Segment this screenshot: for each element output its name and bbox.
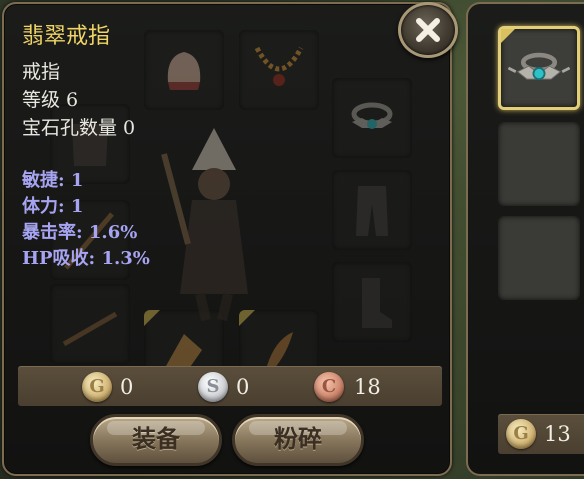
equip-button-label: 装备 (132, 424, 180, 453)
item-name: 翡翠戒指 (22, 24, 111, 49)
inventory-panel: G 13 (466, 2, 584, 476)
equip-slot-offhand[interactable] (50, 284, 130, 364)
item-info: 翡翠戒指 戒指 等级 6 宝石孔数量 0 敏捷: 1 体力: 1 暴击率: 1.… (22, 20, 302, 272)
close-button[interactable] (398, 2, 458, 58)
equip-slot-ring[interactable] (332, 78, 412, 158)
inventory-slot-empty[interactable] (498, 122, 580, 206)
ring-icon (351, 102, 393, 129)
staff-icon (62, 311, 118, 347)
item-sockets: 宝石孔数量 0 (22, 117, 136, 139)
item-level: 等级 6 (22, 89, 79, 111)
item-type: 戒指 (22, 61, 61, 83)
close-x-icon (416, 18, 440, 42)
boots-icon (362, 278, 392, 328)
inventory-slot-selected[interactable] (498, 26, 580, 110)
stat-crit-rate: 暴击率: 1.6% (22, 222, 138, 243)
stat-hp-absorb: HP吸收: 1.3% (22, 248, 150, 269)
equip-slot-pants[interactable] (332, 170, 412, 250)
copper-coin-icon: C (314, 372, 344, 402)
stat-stamina: 体力: 1 (22, 196, 84, 217)
gold-amount: 0 (120, 375, 134, 399)
item-detail-panel: 翡翠戒指 戒指 等级 6 宝石孔数量 0 敏捷: 1 体力: 1 暴击率: 1.… (2, 2, 452, 476)
pants-icon (356, 186, 388, 236)
emerald-ring-icon (507, 52, 571, 81)
stat-agility: 敏捷: 1 (22, 170, 84, 191)
smash-button-label: 粉碎 (274, 424, 322, 453)
price-bar: G 0 S 0 C 18 (18, 366, 442, 406)
equip-button[interactable]: 装备 (90, 414, 222, 466)
gold-coin-icon: G (506, 419, 536, 449)
inventory-slot-empty[interactable] (498, 216, 580, 300)
gold-coin-icon: G (82, 372, 112, 402)
silver-coin-icon: S (198, 372, 228, 402)
inventory-gold-amount: 13 (544, 422, 571, 446)
smash-button[interactable]: 粉碎 (232, 414, 364, 466)
silver-amount: 0 (236, 375, 250, 399)
copper-amount: 18 (354, 375, 381, 399)
equip-slot-boots[interactable] (332, 262, 412, 342)
inventory-gold-bar: G 13 (498, 414, 584, 454)
